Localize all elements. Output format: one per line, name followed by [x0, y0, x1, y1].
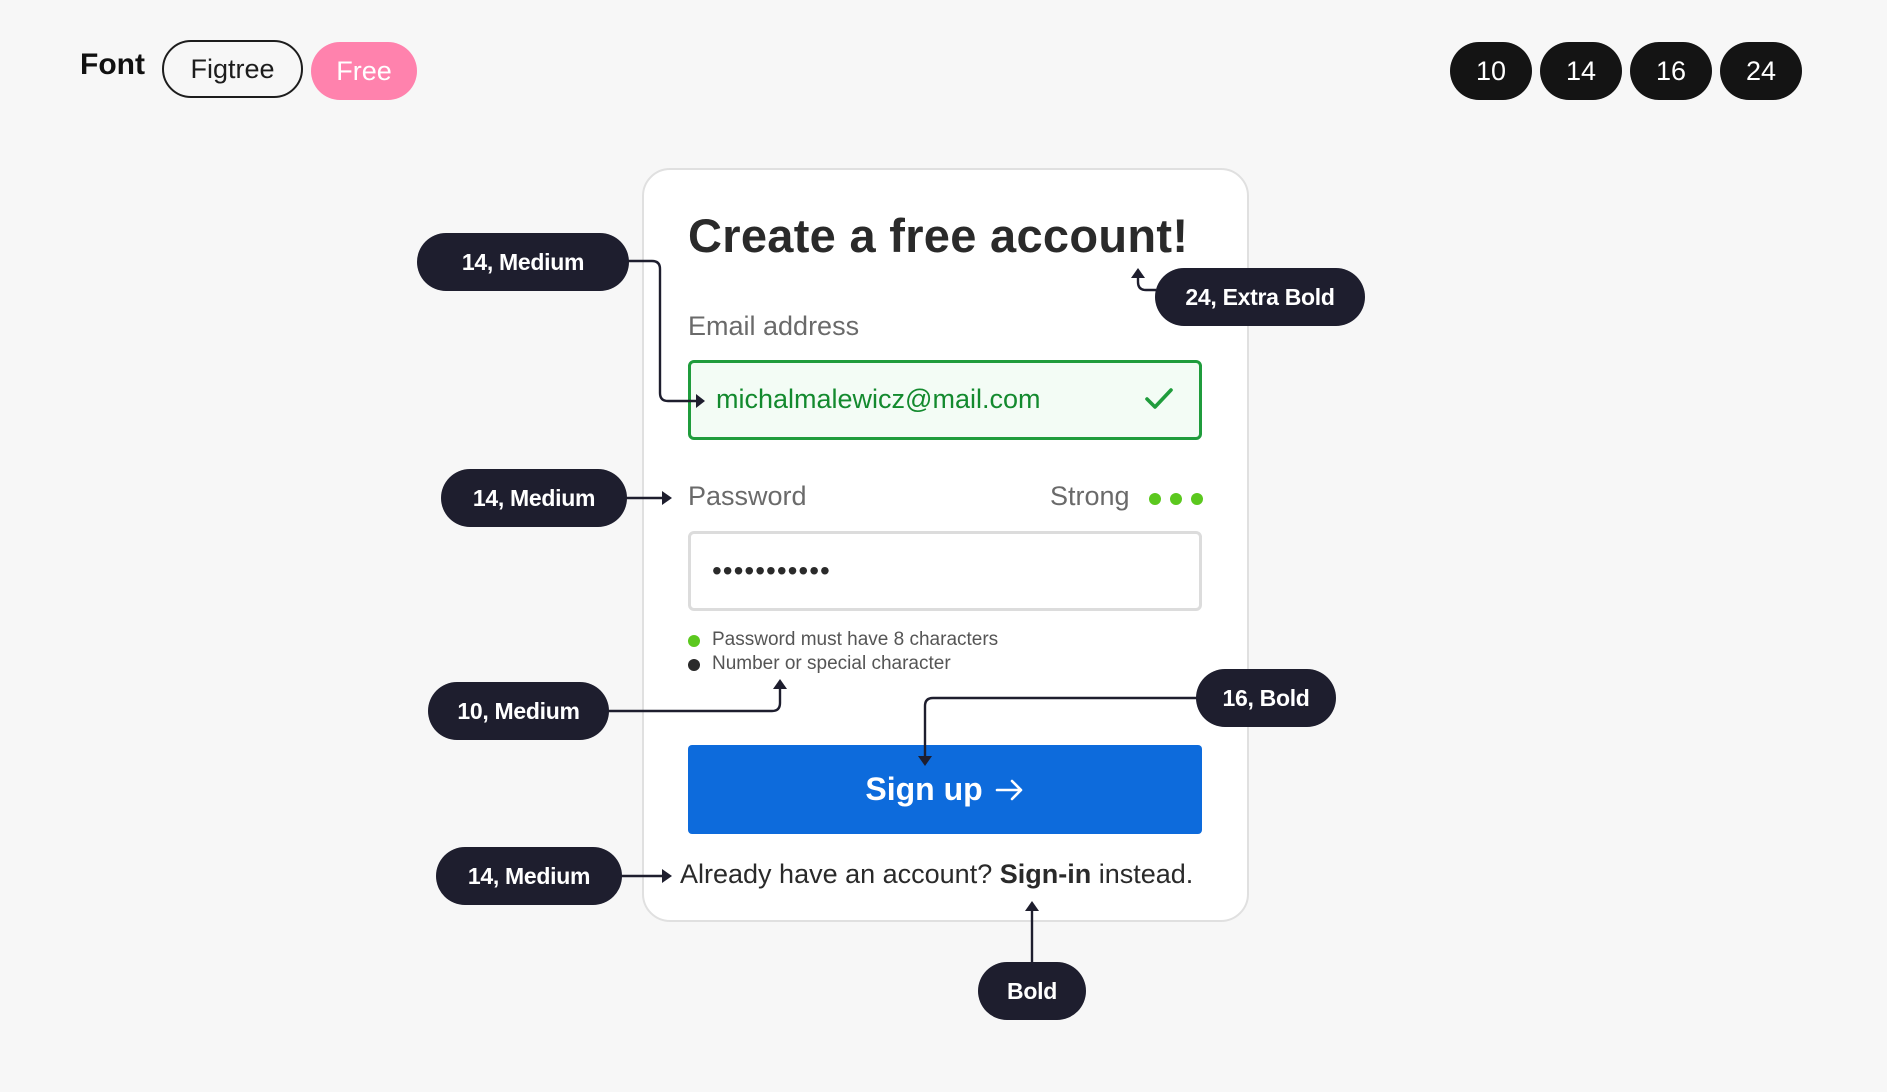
annotation-link-spec: Bold	[978, 962, 1086, 1020]
signin-prefix: Already have an account?	[680, 859, 993, 889]
check-icon	[1145, 388, 1173, 409]
license-badge: Free	[311, 42, 417, 100]
password-value: •••••••••••	[712, 555, 831, 586]
form-title: Create a free account!	[688, 209, 1189, 262]
font-label: Font	[80, 48, 145, 81]
font-name-chip[interactable]: Figtree	[162, 40, 303, 98]
strength-label: Strong	[1050, 481, 1130, 511]
arrow-right-icon	[995, 779, 1022, 800]
size-chip-16[interactable]: 16	[1630, 42, 1712, 100]
annotation-title-spec: 24, Extra Bold	[1155, 268, 1365, 326]
strength-meter	[1149, 493, 1203, 505]
annotation-email-spec: 14, Medium	[417, 233, 629, 291]
size-chip-24[interactable]: 24	[1720, 42, 1802, 100]
annotation-rules-spec: 10, Medium	[428, 682, 609, 740]
annotation-password-spec: 14, Medium	[441, 469, 627, 527]
rule-unmet-dot	[688, 659, 700, 671]
size-chip-14[interactable]: 14	[1540, 42, 1622, 100]
email-value: michalmalewicz@mail.com	[716, 384, 1041, 414]
size-chip-10[interactable]: 10	[1450, 42, 1532, 100]
password-label: Password	[688, 481, 807, 511]
signin-link[interactable]: Sign-in	[1000, 859, 1091, 889]
rule-met-dot	[688, 635, 700, 647]
signin-prompt: Already have an account? Sign-in instead…	[680, 859, 1193, 890]
sign-up-label: Sign up	[865, 771, 983, 807]
rule-length: Password must have 8 characters	[712, 629, 999, 650]
annotation-button-spec: 16, Bold	[1196, 669, 1336, 727]
rule-special: Number or special character	[712, 653, 951, 674]
email-label: Email address	[688, 311, 860, 341]
signin-suffix: instead.	[1098, 859, 1194, 889]
sign-up-button[interactable]: Sign up	[688, 745, 1202, 834]
annotation-footer-spec: 14, Medium	[436, 847, 622, 905]
